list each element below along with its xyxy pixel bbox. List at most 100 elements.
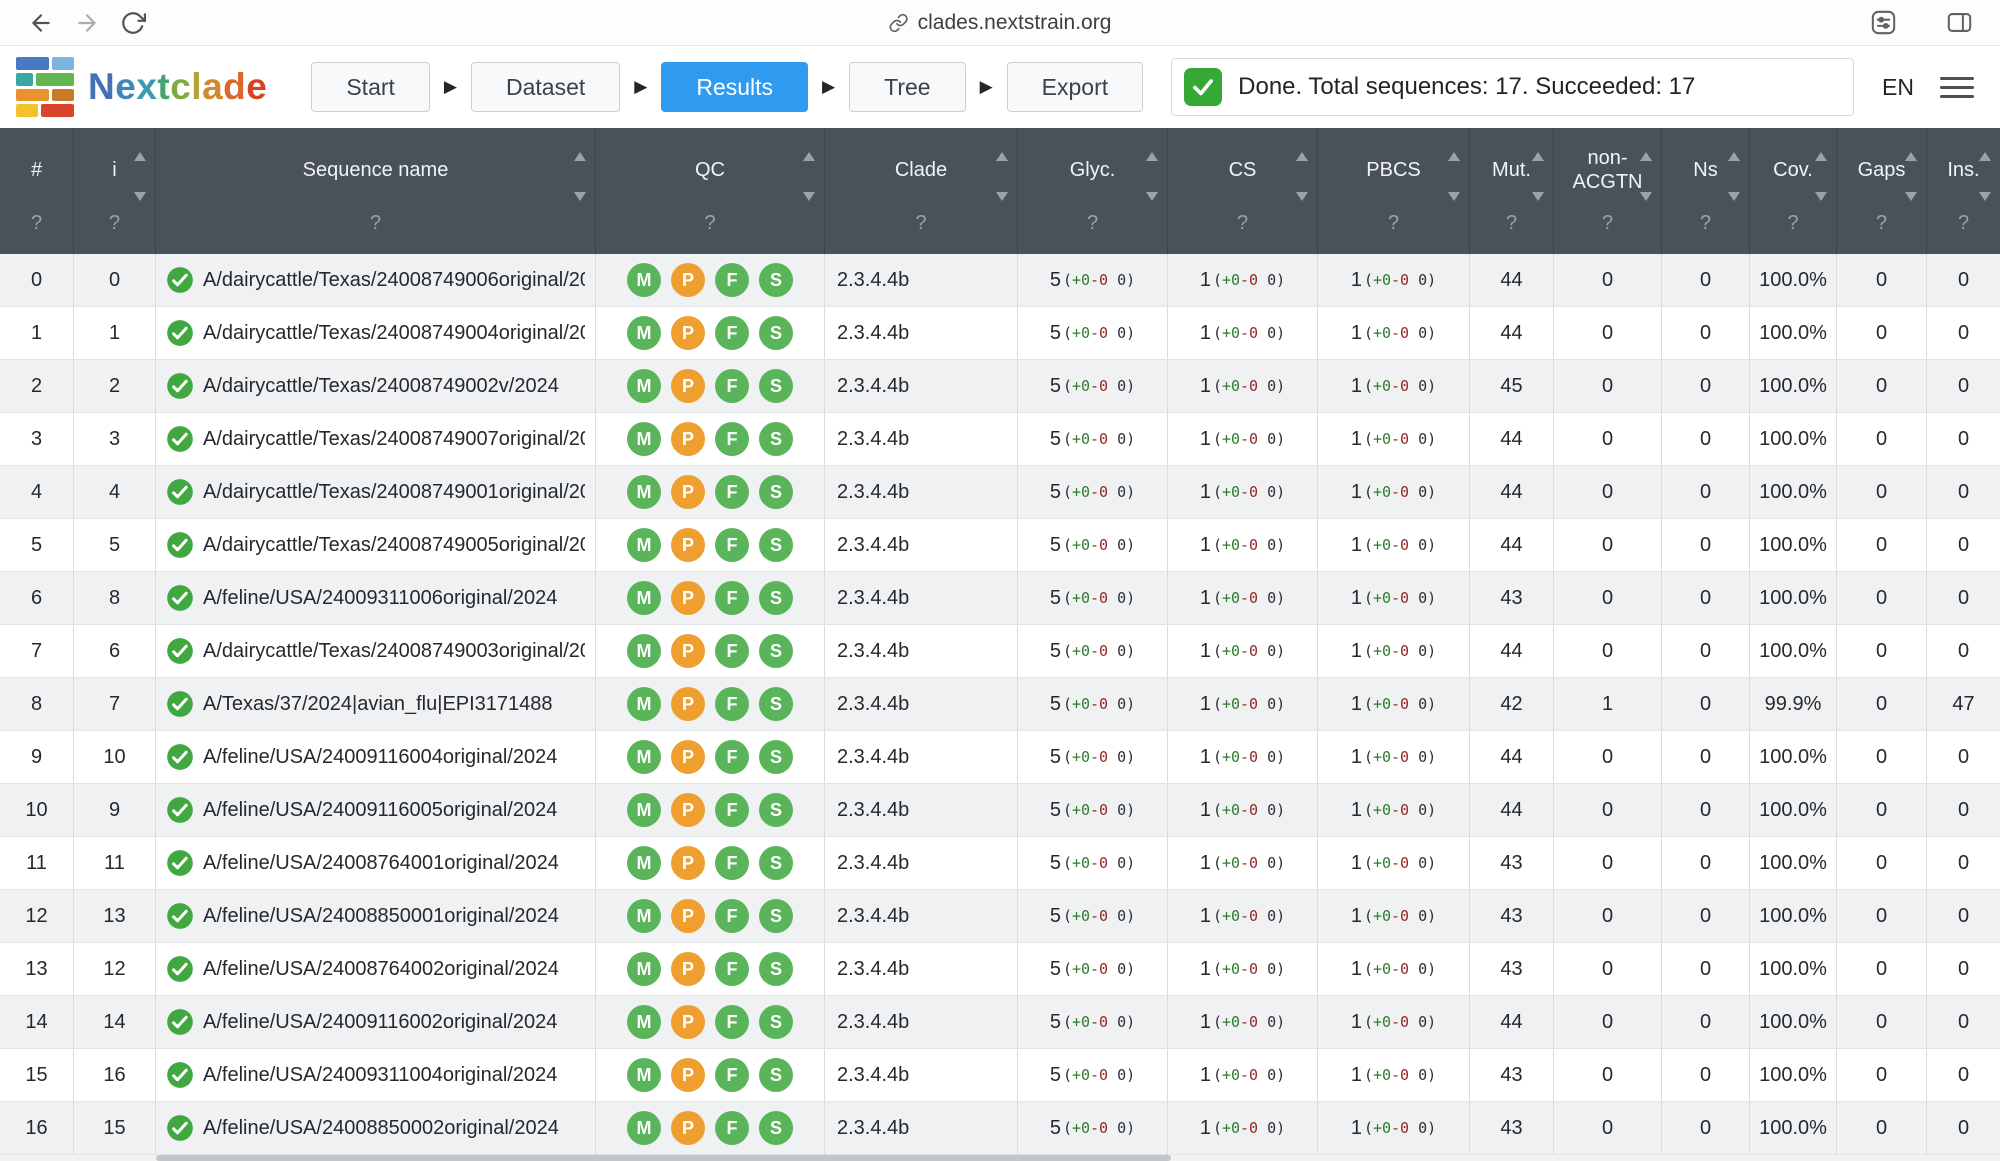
qc-p-badge[interactable]: P (671, 1111, 705, 1145)
sort-asc-icon[interactable] (1448, 152, 1460, 161)
column-header-mut[interactable]: Mut.? (1470, 128, 1554, 254)
qc-m-badge[interactable]: M (627, 1111, 661, 1145)
table-row[interactable]: 3 3 A/dairycattle/Texas/24008749007origina… (0, 413, 2000, 466)
sort-desc-icon[interactable] (574, 192, 586, 201)
sort-asc-icon[interactable] (574, 152, 586, 161)
table-row[interactable]: 2 2 A/dairycattle/Texas/24008749002v/2024 M… (0, 360, 2000, 413)
qc-f-badge[interactable]: F (715, 581, 749, 615)
qc-cell[interactable]: MPFS (596, 996, 825, 1048)
qc-s-badge[interactable]: S (759, 369, 793, 403)
sequence-name-cell[interactable]: A/dairycattle/Texas/24008749001original/… (156, 466, 596, 518)
column-help[interactable]: ? (1750, 212, 1836, 254)
qc-f-badge[interactable]: F (715, 528, 749, 562)
forward-button[interactable] (64, 6, 110, 40)
scrollbar-thumb[interactable] (156, 1155, 1171, 1161)
qc-cell[interactable]: MPFS (596, 1049, 825, 1101)
table-row[interactable]: 8 7 A/Texas/37/2024|avian_flu|EPI3171488 M P… (0, 678, 2000, 731)
qc-p-badge[interactable]: P (671, 475, 705, 509)
qc-m-badge[interactable]: M (627, 1005, 661, 1039)
sequence-name-cell[interactable]: A/feline/USA/24009116005original/2024 (156, 784, 596, 836)
qc-cell[interactable]: MPFS (596, 678, 825, 730)
sort-desc-icon[interactable] (1640, 192, 1652, 201)
qc-p-badge[interactable]: P (671, 687, 705, 721)
back-button[interactable] (18, 6, 64, 40)
table-row[interactable]: 15 16 A/feline/USA/24009311004original/202… (0, 1049, 2000, 1102)
qc-f-badge[interactable]: F (715, 422, 749, 456)
qc-f-badge[interactable]: F (715, 740, 749, 774)
table-row[interactable]: 7 6 A/dairycattle/Texas/24008749003origina… (0, 625, 2000, 678)
column-help[interactable]: ? (1470, 212, 1553, 254)
language-selector[interactable]: EN (1882, 74, 1914, 101)
sort-desc-icon[interactable] (134, 192, 146, 201)
qc-s-badge[interactable]: S (759, 475, 793, 509)
table-row[interactable]: 1 1 A/dairycattle/Texas/24008749004origina… (0, 307, 2000, 360)
qc-m-badge[interactable]: M (627, 369, 661, 403)
qc-f-badge[interactable]: F (715, 1005, 749, 1039)
table-row[interactable]: 13 12 A/feline/USA/24008764002original/202… (0, 943, 2000, 996)
tab-results[interactable]: Results (661, 62, 809, 112)
sequence-name-cell[interactable]: A/feline/USA/24008850002original/2024 (156, 1102, 596, 1154)
qc-s-badge[interactable]: S (759, 1005, 793, 1039)
qc-p-badge[interactable]: P (671, 740, 705, 774)
qc-p-badge[interactable]: P (671, 528, 705, 562)
column-help[interactable]: ? (825, 212, 1017, 254)
column-header-cs[interactable]: CS? (1168, 128, 1318, 254)
sort-asc-icon[interactable] (1905, 152, 1917, 161)
qc-p-badge[interactable]: P (671, 581, 705, 615)
column-help[interactable]: ? (1662, 212, 1749, 254)
sort-desc-icon[interactable] (1905, 192, 1917, 201)
column-help[interactable]: ? (1318, 212, 1469, 254)
sequence-name-cell[interactable]: A/dairycattle/Texas/24008749002v/2024 (156, 360, 596, 412)
qc-m-badge[interactable]: M (627, 952, 661, 986)
qc-s-badge[interactable]: S (759, 952, 793, 986)
qc-m-badge[interactable]: M (627, 846, 661, 880)
table-row[interactable]: 16 15 A/feline/USA/24008850002original/202… (0, 1102, 2000, 1155)
sequence-name-cell[interactable]: A/dairycattle/Texas/24008749007original/… (156, 413, 596, 465)
sidebar-toggle-button[interactable] (1936, 6, 1982, 40)
column-header-name[interactable]: Sequence name? (156, 128, 596, 254)
column-header-i[interactable]: i? (74, 128, 156, 254)
qc-f-badge[interactable]: F (715, 899, 749, 933)
qc-p-badge[interactable]: P (671, 263, 705, 297)
sequence-name-cell[interactable]: A/feline/USA/24008764002original/2024 (156, 943, 596, 995)
qc-cell[interactable]: MPFS (596, 890, 825, 942)
sort-desc-icon[interactable] (1532, 192, 1544, 201)
qc-m-badge[interactable]: M (627, 793, 661, 827)
sort-desc-icon[interactable] (1146, 192, 1158, 201)
sequence-name-cell[interactable]: A/feline/USA/24008850001original/2024 (156, 890, 596, 942)
sequence-name-cell[interactable]: A/feline/USA/24009116002original/2024 (156, 996, 596, 1048)
column-help[interactable]: ? (596, 212, 824, 254)
sort-asc-icon[interactable] (1296, 152, 1308, 161)
tab-tree[interactable]: Tree (849, 62, 966, 112)
sort-desc-icon[interactable] (1448, 192, 1460, 201)
qc-s-badge[interactable]: S (759, 793, 793, 827)
qc-s-badge[interactable]: S (759, 422, 793, 456)
qc-p-badge[interactable]: P (671, 846, 705, 880)
qc-m-badge[interactable]: M (627, 316, 661, 350)
qc-f-badge[interactable]: F (715, 1111, 749, 1145)
sort-desc-icon[interactable] (1296, 192, 1308, 201)
qc-m-badge[interactable]: M (627, 740, 661, 774)
qc-cell[interactable]: MPFS (596, 254, 825, 306)
qc-p-badge[interactable]: P (671, 952, 705, 986)
sort-asc-icon[interactable] (1979, 152, 1991, 161)
qc-s-badge[interactable]: S (759, 581, 793, 615)
tab-start[interactable]: Start (311, 62, 430, 112)
qc-cell[interactable]: MPFS (596, 572, 825, 624)
qc-s-badge[interactable]: S (759, 528, 793, 562)
qc-p-badge[interactable]: P (671, 899, 705, 933)
column-help[interactable]: ? (1927, 212, 2000, 254)
column-header-non_acgtn[interactable]: non-ACGTN? (1554, 128, 1662, 254)
qc-cell[interactable]: MPFS (596, 625, 825, 677)
sequence-name-cell[interactable]: A/feline/USA/24008764001original/2024 (156, 837, 596, 889)
qc-p-badge[interactable]: P (671, 1005, 705, 1039)
column-header-qc[interactable]: QC? (596, 128, 825, 254)
qc-m-badge[interactable]: M (627, 263, 661, 297)
sort-asc-icon[interactable] (1815, 152, 1827, 161)
sort-asc-icon[interactable] (803, 152, 815, 161)
qc-s-badge[interactable]: S (759, 1111, 793, 1145)
column-help[interactable]: ? (0, 212, 73, 254)
reload-button[interactable] (110, 6, 156, 40)
address-bar[interactable]: clades.nextstrain.org (889, 11, 1111, 35)
qc-m-badge[interactable]: M (627, 475, 661, 509)
